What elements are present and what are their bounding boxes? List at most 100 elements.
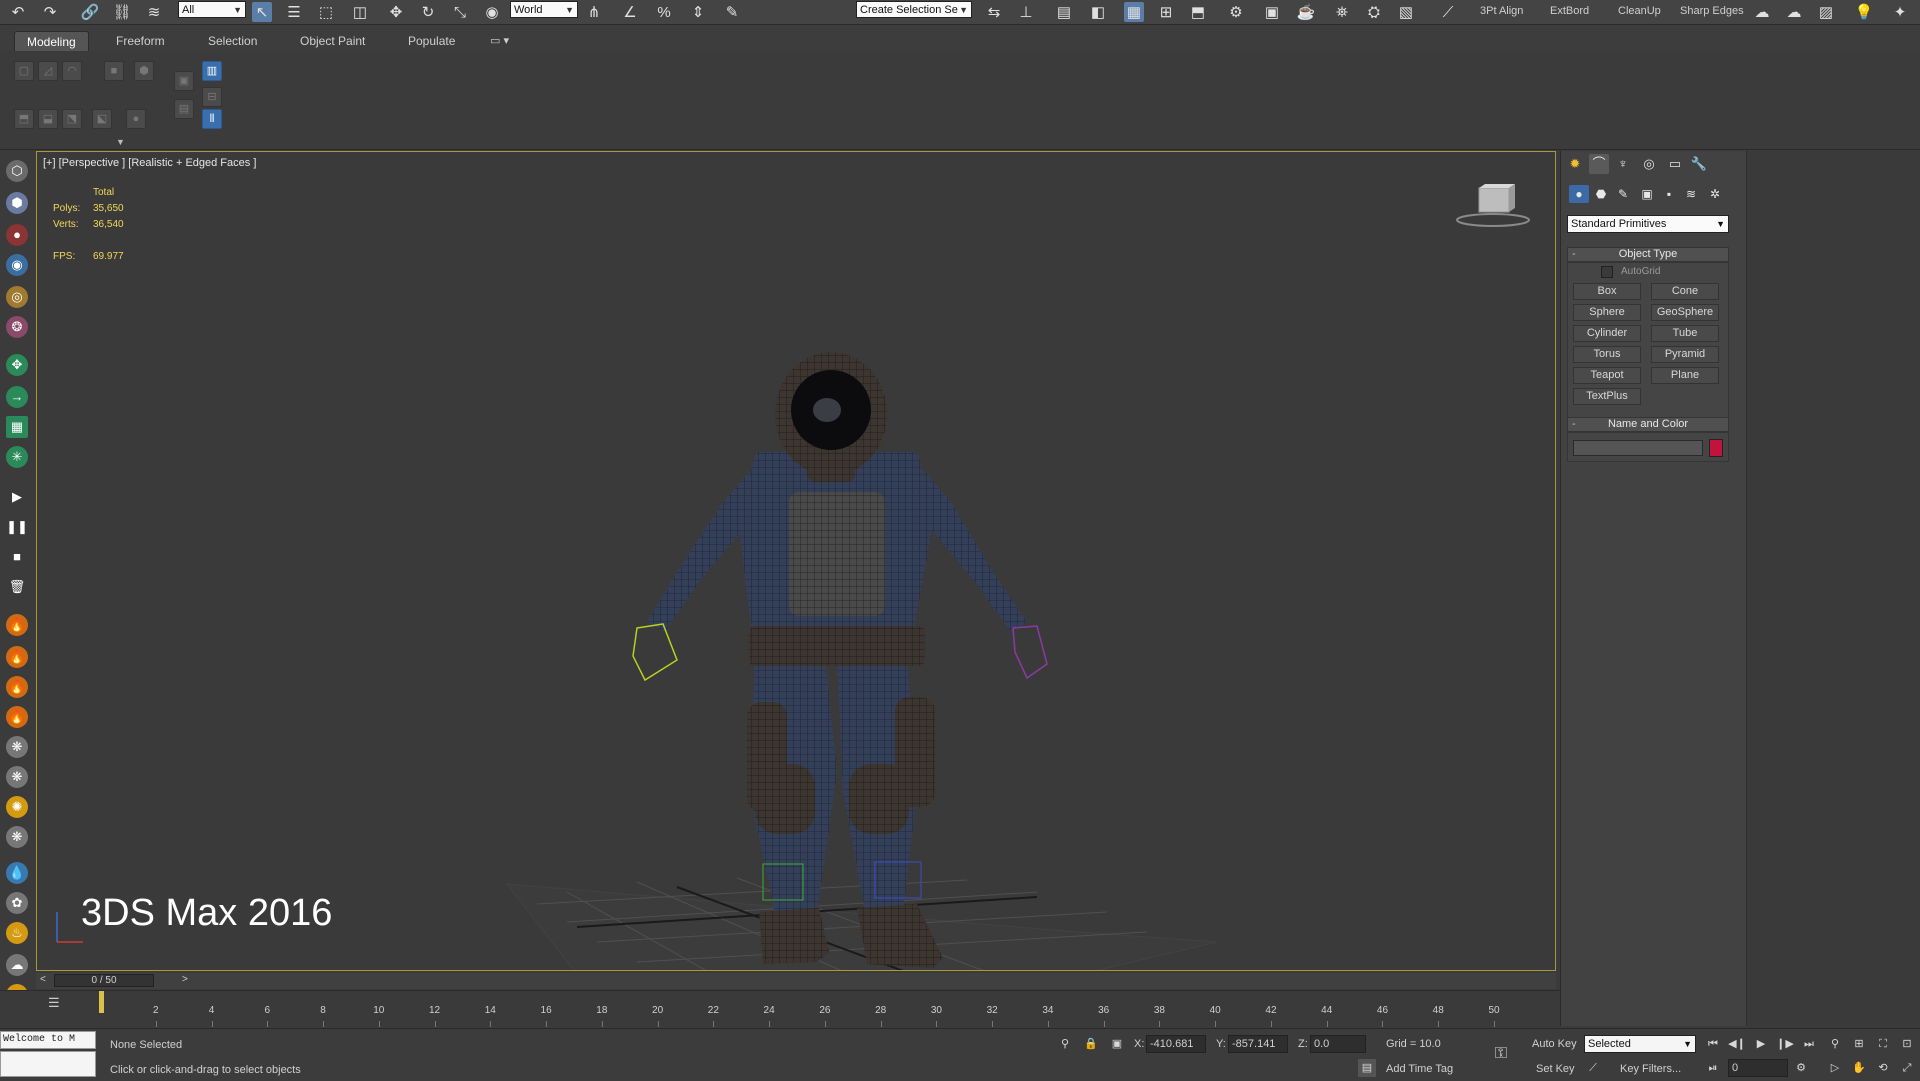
burst-icon[interactable]: ✳ xyxy=(6,446,28,468)
key-mode-toggle-icon[interactable]: ⏯ xyxy=(1704,1059,1722,1077)
scene-canvas[interactable] xyxy=(37,152,1556,971)
add-time-tag[interactable]: Add Time Tag xyxy=(1386,1063,1453,1075)
material-editor-icon[interactable]: ⬒ xyxy=(1188,2,1208,22)
selection-filter-dropdown[interactable]: All ▼ xyxy=(178,1,246,18)
move-icon[interactable]: ✥ xyxy=(386,2,406,22)
x-coordinate-field[interactable]: -410.681 xyxy=(1146,1035,1206,1053)
textplus-button[interactable]: TextPlus xyxy=(1573,388,1641,405)
current-frame-field[interactable]: 0 xyxy=(1728,1059,1788,1077)
absolute-mode-icon[interactable]: ▣ xyxy=(1108,1035,1126,1053)
play-icon[interactable]: ▶ xyxy=(6,486,28,508)
ribbon-tool-8-icon[interactable]: ⊟ xyxy=(202,87,222,107)
fire-icon-4[interactable]: 🔥 xyxy=(6,706,28,728)
percent-snap-icon[interactable]: % xyxy=(654,2,674,22)
ribbon-tool-13-icon[interactable]: ● xyxy=(126,109,146,129)
arrow-right-icon[interactable]: → xyxy=(6,386,28,408)
fire-icon-2[interactable]: 🔥 xyxy=(6,646,28,668)
time-slider-thumb[interactable]: 0 / 50 xyxy=(54,974,154,987)
select-by-name-icon[interactable]: ☰ xyxy=(284,2,304,22)
auto-key-button[interactable]: Auto Key xyxy=(1532,1038,1577,1050)
fire-icon-3[interactable]: 🔥 xyxy=(6,676,28,698)
next-frame-icon[interactable]: ❙▶ xyxy=(1776,1035,1794,1053)
render-setup-icon[interactable]: ⚙ xyxy=(1226,2,1246,22)
teapot-button[interactable]: Teapot xyxy=(1573,367,1641,384)
name-and-color-rollout[interactable]: - Name and Color xyxy=(1567,417,1729,432)
ribbon-tool-9-icon[interactable]: ⬒ xyxy=(14,109,34,129)
display-tab-icon[interactable]: ▭ xyxy=(1665,154,1685,174)
prev-frame-icon[interactable]: < xyxy=(40,974,46,985)
ribbon-tool-1-icon[interactable]: ▢ xyxy=(14,61,34,81)
tab-populate[interactable]: Populate xyxy=(396,31,467,51)
lights-subtab-icon[interactable]: ✎ xyxy=(1613,185,1633,203)
mirror-icon[interactable]: ⇆ xyxy=(984,2,1004,22)
play-animation-icon[interactable]: ▶ xyxy=(1752,1035,1770,1053)
pyramid-button[interactable]: Pyramid xyxy=(1651,346,1719,363)
ribbon-tool-5-icon[interactable]: ⬢ xyxy=(134,61,154,81)
rendered-frame-icon[interactable]: ▣ xyxy=(1262,2,1282,22)
cameras-subtab-icon[interactable]: ▣ xyxy=(1637,185,1657,203)
tab-selection[interactable]: Selection xyxy=(196,31,269,51)
ribbon-tool-12-icon[interactable]: ⬕ xyxy=(92,109,112,129)
box-button[interactable]: Box xyxy=(1573,283,1641,300)
trash-icon[interactable]: 🗑 xyxy=(6,576,28,598)
teapot-icon[interactable]: ☁ xyxy=(1752,2,1772,22)
ribbon-tool-10-icon[interactable]: ⬓ xyxy=(38,109,58,129)
geometry-subtab-icon[interactable]: ● xyxy=(1569,185,1589,203)
pan-view-icon[interactable]: ✋ xyxy=(1850,1059,1868,1077)
object-color-swatch[interactable] xyxy=(1709,439,1723,457)
current-frame-marker[interactable] xyxy=(99,991,104,1013)
ribbon-tool-6-icon[interactable]: ▣ xyxy=(174,71,194,91)
scale-icon[interactable]: ⤡ xyxy=(450,2,470,22)
maxscript-listener[interactable]: Welcome to M xyxy=(0,1031,96,1049)
render-activeshade-icon[interactable]: ▧ xyxy=(1396,2,1416,22)
ribbon-options-icon[interactable]: ▭ ▾ xyxy=(478,31,521,51)
zoom-all-icon[interactable]: ⊞ xyxy=(1850,1035,1868,1053)
create-tab-icon[interactable]: ✹ xyxy=(1565,154,1585,174)
maximize-viewport-icon[interactable]: ⤢ xyxy=(1898,1059,1916,1077)
tab-modeling[interactable]: Modeling xyxy=(14,31,89,51)
cloud-icon[interactable]: ☁ xyxy=(1784,2,1804,22)
next-frame-icon[interactable]: > xyxy=(182,974,188,985)
particle-icon-3[interactable]: ✺ xyxy=(6,796,28,818)
light-icon[interactable]: 💡 xyxy=(1854,2,1874,22)
perspective-viewport[interactable]: [+] [Perspective ] [Realistic + Edged Fa… xyxy=(36,151,1556,971)
tool-icon-2[interactable]: ♨ xyxy=(6,922,28,944)
pivot-icon[interactable]: ◉ xyxy=(482,2,502,22)
track-bar[interactable]: ☰ 2 4 6 8 10 12 14 16 18 20 22 24 26 28 30 32 34 36 38 40 42… xyxy=(0,990,1560,1027)
link-icon[interactable]: 🔗 xyxy=(80,2,100,22)
create-knot-icon[interactable]: ❂ xyxy=(6,316,28,338)
ribbon-tool-3-icon[interactable]: ◠ xyxy=(62,61,82,81)
layer-manager-icon[interactable]: ▤ xyxy=(1054,2,1074,22)
plane-button[interactable]: Plane xyxy=(1651,367,1719,384)
z-coordinate-field[interactable]: 0.0 xyxy=(1310,1035,1366,1053)
undo-icon[interactable]: ↶ xyxy=(8,2,28,22)
create-teapot-icon[interactable]: ◉ xyxy=(6,254,28,276)
tool-icon-1[interactable]: ✿ xyxy=(6,892,28,914)
render-production-icon[interactable]: ⛯ xyxy=(1332,2,1352,22)
lock-selection-icon[interactable]: 🔒 xyxy=(1082,1035,1100,1053)
bind-spacewarp-icon[interactable]: ≋ xyxy=(144,2,164,22)
systems-subtab-icon[interactable]: ✲ xyxy=(1705,185,1725,203)
spacewarps-subtab-icon[interactable]: ≋ xyxy=(1681,185,1701,203)
key-mode-dropdown[interactable]: Selected ▼ xyxy=(1584,1035,1696,1053)
mini-curve-editor-icon[interactable]: ☰ xyxy=(48,995,68,1015)
maxscript-listener-output[interactable] xyxy=(0,1051,96,1077)
autogrid-checkbox[interactable] xyxy=(1601,266,1613,278)
ribbon-tool-14-icon[interactable]: ▤ xyxy=(174,99,194,119)
fire-icon-1[interactable]: 🔥 xyxy=(6,614,28,636)
modify-tab-icon[interactable]: ⌒ xyxy=(1589,154,1609,174)
graphite-icon[interactable]: ◧ xyxy=(1088,2,1108,22)
cylinder-button[interactable]: Cylinder xyxy=(1573,325,1641,342)
go-to-start-icon[interactable]: ⏮ xyxy=(1704,1035,1722,1053)
ribbon-tool-15-icon[interactable]: ⫴ xyxy=(202,109,222,129)
key-icon[interactable]: ⚿ xyxy=(1492,1045,1510,1063)
snaps-3d-icon[interactable]: ⋔ xyxy=(584,2,604,22)
shapes-subtab-icon[interactable]: ⬣ xyxy=(1591,185,1611,203)
move-gizmo-icon[interactable]: ✥ xyxy=(6,354,28,376)
torus-button[interactable]: Torus xyxy=(1573,346,1641,363)
spinner-snap-icon[interactable]: ⇕ xyxy=(688,2,708,22)
create-geometry-icon[interactable]: ⬡ xyxy=(6,160,28,182)
tab-object-paint[interactable]: Object Paint xyxy=(288,31,377,51)
sphere-button[interactable]: Sphere xyxy=(1573,304,1641,321)
ribbon-tool-4-icon[interactable]: ■ xyxy=(104,61,124,81)
